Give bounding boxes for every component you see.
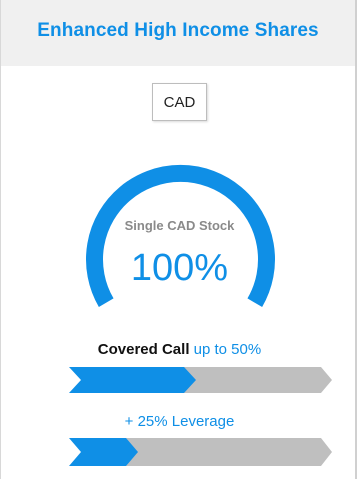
progress-chevrons [69,367,332,466]
leverage-bar-track [124,438,332,466]
leverage-bar-fill [69,438,138,466]
product-card: Enhanced High Income Shares CAD Single C… [0,0,357,479]
leverage-label: + 25% Leverage [124,413,235,430]
covered-call-bar-fill [69,367,196,393]
covered-call-bar-track [178,367,332,393]
